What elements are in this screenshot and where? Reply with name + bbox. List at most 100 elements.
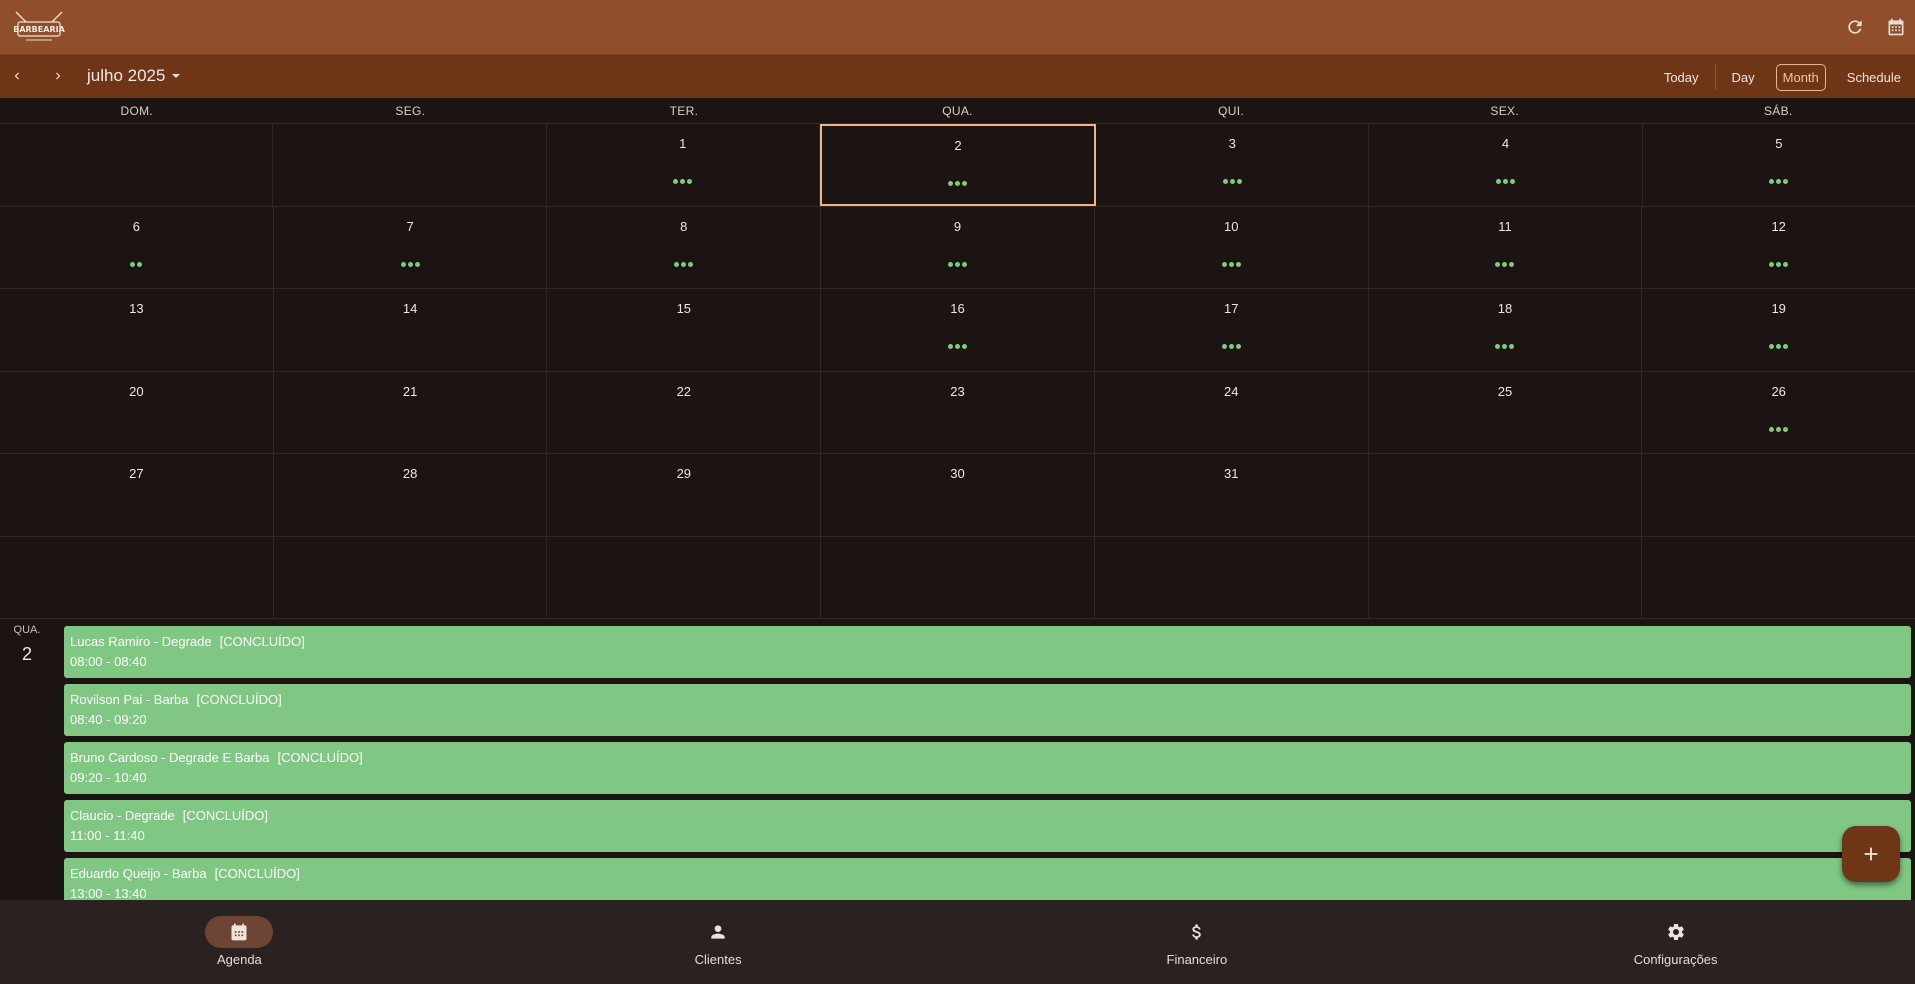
event-dot — [1235, 261, 1241, 267]
calendar-day[interactable]: 18 — [1369, 289, 1643, 371]
event-dot — [1510, 179, 1516, 184]
event-dot — [1776, 261, 1782, 267]
calendar-day-empty[interactable] — [274, 536, 548, 618]
day-view-button[interactable]: Day — [1725, 64, 1762, 91]
calendar-day-empty[interactable] — [1369, 536, 1643, 618]
calendar-day[interactable]: 28 — [274, 454, 548, 536]
calendar-day[interactable]: 7 — [274, 206, 548, 288]
appointment-event[interactable]: Rovilson Pai - Barba [CONCLUÍDO] 08:40 - 0… — [64, 684, 1911, 736]
calendar-day[interactable]: 25 — [1369, 371, 1643, 453]
event-dot — [688, 261, 694, 267]
calendar-day[interactable]: 1 — [547, 124, 820, 206]
calendar-day[interactable]: 30 — [821, 454, 1095, 536]
event-dot — [1495, 261, 1501, 267]
barbershop-logo: BARBEARIA — [12, 8, 66, 46]
calendar-day[interactable]: 20 — [0, 371, 274, 453]
add-appointment-button[interactable] — [1842, 826, 1900, 882]
calendar-day-empty[interactable] — [1642, 454, 1915, 536]
calendar-day[interactable]: 8 — [547, 206, 822, 288]
calendar-icon[interactable] — [1883, 14, 1909, 40]
calendar-day-empty[interactable] — [0, 536, 274, 618]
calendar-day[interactable]: 2 — [819, 124, 1097, 206]
event-status: [CONCLUÍDO] — [219, 634, 305, 649]
calendar-day[interactable]: 17 — [1095, 289, 1369, 371]
event-indicator-dots — [1642, 424, 1915, 432]
calendar-day[interactable]: 4 — [1369, 124, 1643, 206]
refresh-icon[interactable] — [1842, 14, 1868, 40]
day-number: 30 — [950, 466, 965, 481]
nav-clientes[interactable]: Clientes — [479, 900, 958, 984]
calendar-day[interactable]: 29 — [547, 454, 822, 536]
calendar-day-empty[interactable] — [1369, 454, 1643, 536]
calendar-day[interactable]: 5 — [1643, 124, 1915, 206]
calendar-day[interactable]: 21 — [274, 371, 548, 453]
month-view-button[interactable]: Month — [1775, 63, 1826, 91]
calendar-day-empty[interactable] — [821, 536, 1095, 618]
event-title: Bruno Cardoso - Degrade E Barba [CONCLUÍD… — [70, 749, 1905, 766]
calendar-week: 27 28 29 30 31 — [0, 454, 1915, 537]
calendar-day[interactable]: 6 — [0, 206, 274, 288]
calendar-day-empty[interactable] — [0, 124, 274, 206]
next-month-button[interactable] — [47, 65, 69, 87]
calendar-week: 20 21 22 23 24 25 26 — [0, 371, 1915, 454]
today-button[interactable]: Today — [1657, 64, 1706, 91]
calendar-day[interactable]: 22 — [547, 371, 822, 453]
calendar-day[interactable]: 13 — [0, 289, 274, 371]
schedule-view-button[interactable]: Schedule — [1840, 64, 1908, 91]
calendar-day[interactable]: 23 — [821, 371, 1095, 453]
appointment-event[interactable]: Bruno Cardoso - Degrade E Barba [CONCLUÍD… — [64, 742, 1911, 794]
prev-month-button[interactable] — [6, 65, 28, 87]
weekday-label: TER. — [669, 104, 699, 118]
calendar-day-empty[interactable] — [1642, 537, 1915, 619]
calendar-day[interactable]: 26 — [1642, 372, 1915, 454]
calendar-day[interactable]: 19 — [1642, 289, 1915, 371]
event-status: [CONCLUÍDO] — [196, 692, 282, 707]
gear-icon — [1667, 924, 1684, 940]
day-agenda: QUA. 2 Lucas Ramiro - Degrade [CONCLUÍDO]… — [0, 619, 1915, 900]
calendar-day[interactable]: 9 — [821, 206, 1095, 288]
event-indicator-dots — [1642, 259, 1915, 267]
calendar-day[interactable]: 27 — [0, 454, 274, 536]
day-number: 6 — [132, 218, 140, 234]
calendar-day-empty[interactable] — [1095, 536, 1369, 618]
event-time: 11:00 - 11:40 — [70, 828, 145, 843]
event-dot — [1776, 426, 1782, 432]
nav-configuracoes[interactable]: Configurações — [1436, 900, 1915, 984]
calendar-day[interactable]: 12 — [1642, 207, 1915, 289]
event-client-service: Bruno Cardoso - Degrade E Barba — [70, 750, 270, 765]
event-status: [CONCLUÍDO] — [277, 750, 363, 765]
calendar-day-empty[interactable] — [547, 536, 822, 618]
event-dot — [1502, 261, 1508, 267]
appointment-event[interactable]: Eduardo Queijo - Barba [CONCLUÍDO] 13:00 -… — [64, 858, 1911, 900]
calendar-day[interactable]: 10 — [1095, 206, 1369, 288]
event-indicator-dots — [821, 341, 1094, 349]
event-dot — [1228, 344, 1234, 349]
day-number: 16 — [950, 301, 965, 316]
appointment-event[interactable]: Claucio - Degrade [CONCLUÍDO] 11:00 - 11:4… — [64, 800, 1911, 852]
calendar-day[interactable]: 3 — [1096, 124, 1370, 206]
svg-text:BARBEARIA: BARBEARIA — [13, 25, 65, 34]
nav-financeiro[interactable]: Financeiro — [958, 900, 1437, 984]
event-dot — [673, 179, 679, 184]
calendar-day[interactable]: 14 — [274, 289, 548, 371]
day-number: 23 — [950, 383, 965, 399]
calendar-day[interactable]: 31 — [1095, 454, 1369, 536]
calendar-week: 13 14 15 16 17 18 19 — [0, 289, 1915, 372]
calendar-day[interactable]: 16 — [821, 289, 1095, 371]
calendar-day[interactable]: 15 — [547, 289, 822, 371]
event-dot — [948, 344, 954, 349]
event-indicator-dots — [547, 259, 820, 267]
nav-clientes-pill — [684, 916, 752, 948]
event-dot — [1783, 179, 1789, 184]
agenda-day-number: 2 — [21, 644, 32, 664]
event-dot — [407, 261, 413, 267]
nav-agenda[interactable]: Agenda — [0, 900, 479, 984]
event-title: Lucas Ramiro - Degrade [CONCLUÍDO] — [70, 633, 1905, 650]
day-number: 28 — [402, 466, 418, 481]
calendar-day[interactable]: 24 — [1095, 371, 1369, 453]
calendar-day-empty[interactable] — [273, 124, 547, 206]
nav-agenda-pill — [205, 916, 274, 948]
month-selector[interactable]: julho 2025 — [87, 66, 181, 86]
appointment-event[interactable]: Lucas Ramiro - Degrade [CONCLUÍDO] 08:00 -… — [64, 626, 1911, 678]
calendar-day[interactable]: 11 — [1369, 206, 1643, 288]
